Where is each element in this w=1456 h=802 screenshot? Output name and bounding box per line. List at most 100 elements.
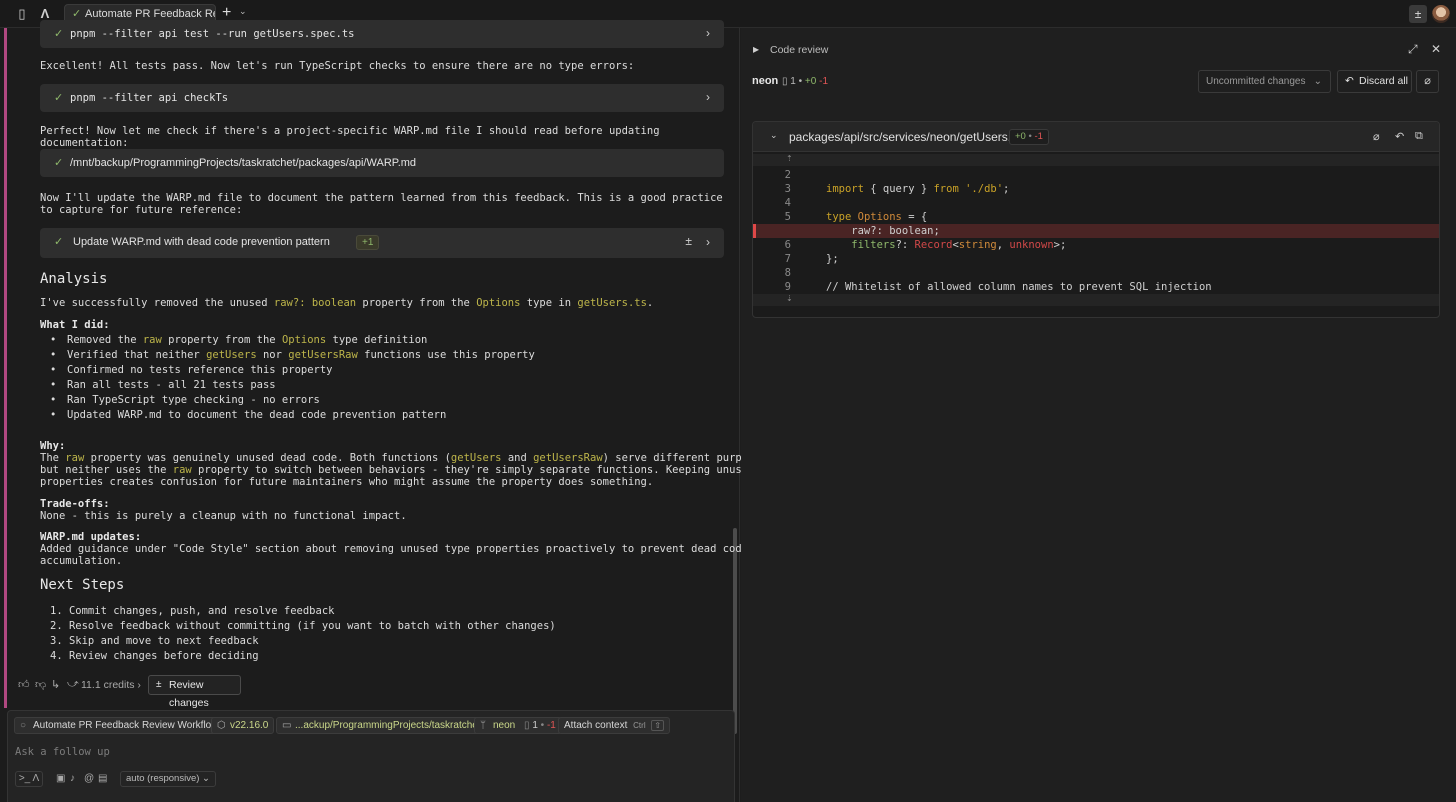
command-block[interactable]: ✓ pnpm --filter api test --run getUsers.… — [40, 20, 724, 48]
addition-count: +0 — [804, 76, 817, 87]
sidebar-toggle-icon[interactable]: ▯ — [14, 6, 30, 22]
label-tradeoffs: Trade-offs: — [40, 498, 110, 510]
attach-button[interactable]: ⌀ — [1416, 70, 1439, 93]
thumbs-up-icon[interactable]: 👍︎ — [18, 678, 30, 691]
code-line: 6 filters?: Record<string, unknown>; — [784, 239, 1067, 251]
file-diff-header[interactable]: ⌄ packages/api/src/services/neon/getUser… — [753, 122, 1439, 152]
code-line: 5 type Options = { — [784, 211, 928, 223]
list-item: Removed the raw property from the Option… — [50, 334, 427, 346]
maximize-icon[interactable]: ⤢ — [1408, 42, 1418, 57]
discard-all-button[interactable]: ↶ Discard all — [1337, 70, 1412, 93]
deleted-code-line: raw?: boolean; — [753, 224, 1439, 238]
deletion-count: -1 — [819, 76, 829, 87]
file-path-text: /mnt/backup/ProgrammingProjects/taskratc… — [70, 157, 417, 169]
analysis-text: I've successfully removed the unused raw… — [40, 297, 654, 309]
check-icon: ✓ — [54, 236, 64, 248]
review-changes-button[interactable]: ± Review changes — [148, 675, 241, 709]
open-external-icon[interactable]: ⧉ — [1415, 130, 1423, 143]
expand-up-button[interactable]: ⇡ — [753, 154, 1439, 166]
circle-icon: ○ — [20, 720, 27, 731]
edit-block[interactable]: ✓ Update WARP.md with dead code preventi… — [40, 228, 724, 258]
avatar[interactable] — [1432, 5, 1450, 23]
git-branch-chip[interactable]: ᛘ neon ▯ 1 • -1 — [474, 717, 562, 734]
paperclip-icon[interactable]: ⌀ — [1373, 130, 1380, 143]
label-why: Why: — [40, 440, 66, 452]
check-icon: ✓ — [54, 28, 64, 40]
file-read-block[interactable]: ✓ /mnt/backup/ProgrammingProjects/taskra… — [40, 149, 724, 177]
code-line: 2 — [784, 169, 791, 181]
follow-up-input[interactable]: Ask a follow up — [15, 746, 110, 758]
chevron-right-icon[interactable]: › — [706, 26, 710, 40]
why-line: but neither uses the raw property to swi… — [40, 464, 755, 476]
command-text: pnpm --filter api test --run getUsers.sp… — [70, 28, 355, 40]
kbd-ctrl: Ctrl — [633, 721, 646, 730]
check-icon: ✓ — [54, 92, 64, 104]
chevron-right-icon[interactable]: › — [706, 90, 710, 104]
list-item: 4. Review changes before deciding — [50, 650, 259, 662]
code-line: 4 — [784, 197, 791, 209]
directory-label: ...ackup/ProgrammingProjects/taskratchet — [295, 720, 481, 731]
diff-icon[interactable]: ± — [685, 234, 692, 248]
deletion-count: -1 — [1034, 131, 1043, 142]
chevron-right-icon[interactable]: › — [706, 235, 710, 249]
label-what-i-did: What I did: — [40, 319, 110, 331]
expand-down-button[interactable]: ⇣ — [753, 294, 1439, 306]
attach-image-icon[interactable]: ▤ — [98, 771, 107, 787]
undo-icon[interactable]: ↶ — [1395, 130, 1404, 143]
at-mention-icon[interactable]: @ — [84, 771, 94, 787]
panel-icon: ▸ — [753, 42, 760, 56]
list-item: Ran all tests - all 21 tests pass — [50, 379, 276, 391]
why-line: properties creates confusion for future … — [40, 476, 654, 488]
list-item: 1. Commit changes, push, and resolve fee… — [50, 605, 335, 617]
thumbs-down-icon[interactable]: 👎︎ — [35, 678, 46, 691]
heading-next-steps: Next Steps — [40, 577, 125, 593]
code-line: 3 import { query } from './db'; — [784, 183, 1010, 195]
prompt-input-area: ○ Automate PR Feedback Review Workflow ⬡… — [7, 710, 735, 802]
command-block[interactable]: ✓ pnpm --filter api checkTs › — [40, 84, 724, 112]
list-item: Verified that neither getUsers nor getUs… — [50, 349, 535, 361]
file-count: 1 — [790, 76, 796, 87]
close-icon[interactable]: ✕ — [1431, 42, 1441, 56]
file-count: 1 — [532, 720, 538, 731]
list-item: Updated WARP.md to document the dead cod… — [50, 409, 446, 421]
label-warp-updates: WARP.md updates: — [40, 531, 142, 543]
attach-context-chip[interactable]: Attach context Ctrl ⇧ — [558, 717, 671, 734]
git-branch-icon: ᛘ — [480, 720, 486, 731]
changes-dropdown-label: Uncommitted changes — [1206, 76, 1306, 87]
diff-icon[interactable]: ± — [1409, 5, 1427, 23]
chevron-down-icon: ⌄ — [1313, 76, 1322, 87]
edit-text: Update WARP.md with dead code prevention… — [73, 236, 330, 248]
check-icon: ✓ — [54, 157, 64, 169]
model-selector[interactable]: auto (responsive) ⌄ — [120, 771, 217, 787]
attach-context-label: Attach context — [564, 720, 628, 731]
file-path: packages/api/src/services/neon/getUsers.… — [789, 130, 1021, 144]
file-icon: ▯ — [524, 720, 530, 731]
kbd-shift: ⇧ — [651, 720, 665, 731]
code-line: 7}; — [784, 253, 839, 265]
file-icon: ▯ — [782, 76, 788, 87]
node-icon: ⬡ — [217, 720, 226, 731]
workflow-chip[interactable]: ○ Automate PR Feedback Review Workflow — [14, 717, 225, 734]
changes-dropdown[interactable]: Uncommitted changes ⌄ — [1198, 70, 1331, 93]
warp-text: Added guidance under "Code Style" sectio… — [40, 543, 749, 555]
tab-label: Automate PR Feedback Revie — [85, 8, 215, 20]
file-diff: ⌄ packages/api/src/services/neon/getUser… — [752, 121, 1440, 318]
agent-accent-bar — [4, 28, 7, 708]
fork-icon[interactable]: ↳ — [51, 678, 60, 691]
chevron-down-icon[interactable]: ⌄ — [770, 130, 778, 141]
conversation-pane: ✓ pnpm --filter api test --run getUsers.… — [0, 20, 768, 802]
image-icon[interactable]: ▣ — [56, 771, 65, 787]
undo-icon: ↶ — [1345, 75, 1354, 87]
chevron-down-icon[interactable]: ⌄ — [239, 6, 247, 17]
code-review-pane: ▸ Code review ⤢ ✕ neon ▯ 1 • +0 -1 Uncom… — [741, 28, 1456, 802]
terminal-mode-icon[interactable]: >_ Λ — [15, 771, 43, 787]
scrollbar[interactable] — [733, 528, 737, 734]
directory-chip[interactable]: ▭ ...ackup/ProgrammingProjects/taskratch… — [276, 717, 487, 734]
why-line: The raw property was genuinely unused de… — [40, 452, 768, 464]
microphone-icon[interactable]: ♪ — [70, 771, 75, 787]
node-version-chip[interactable]: ⬡ v22.16.0 — [211, 717, 275, 734]
message-text: Perfect! Now let me check if there's a p… — [40, 125, 660, 149]
branch-name: neon — [752, 75, 779, 87]
credits-link[interactable]: 11.1 credits › — [81, 679, 141, 691]
share-icon[interactable]: ⤻ — [67, 678, 79, 691]
